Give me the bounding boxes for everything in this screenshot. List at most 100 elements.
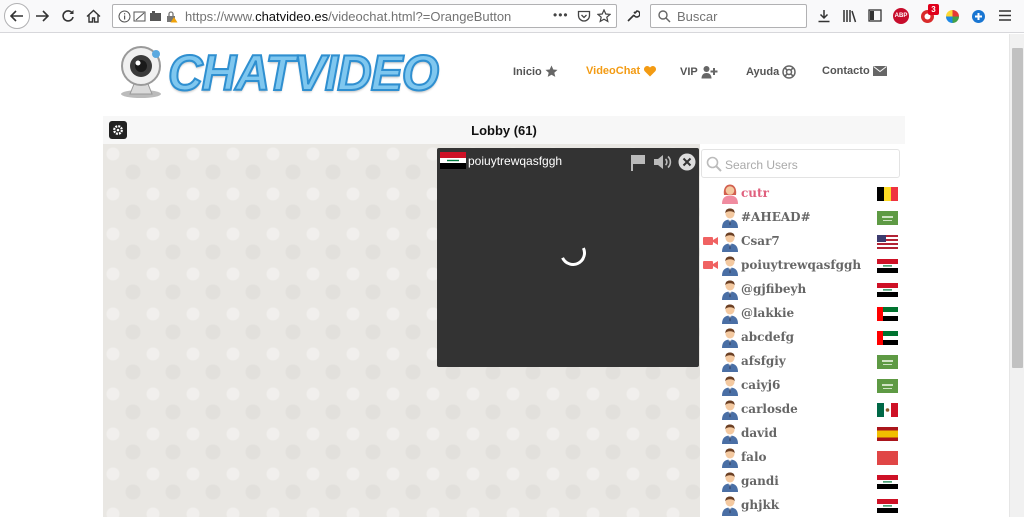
loading-spinner — [556, 236, 590, 270]
download-icon[interactable] — [817, 9, 831, 23]
sidebar-icon[interactable] — [868, 9, 882, 22]
user-row[interactable]: #AHEAD# — [700, 206, 905, 230]
extension-blue-icon[interactable] — [971, 9, 986, 24]
nav-vip[interactable]: VIP — [680, 65, 718, 79]
camera-permission-icon — [150, 11, 161, 21]
search-icon — [658, 10, 671, 23]
flag-icon — [631, 154, 645, 171]
search-icon — [706, 156, 722, 172]
camera-icon[interactable] — [703, 260, 718, 270]
nav-videochat[interactable]: VideoChat — [586, 65, 657, 77]
male-avatar-icon — [722, 304, 738, 324]
page-scrollbar[interactable] — [1009, 34, 1024, 517]
male-avatar-icon — [722, 376, 738, 396]
flag-belgium-icon — [877, 187, 898, 201]
url-text[interactable]: https://www.chatvideo.es/videochat.html?… — [185, 9, 511, 24]
nav-contacto[interactable]: Contacto — [822, 65, 887, 77]
notification-badge: 3 — [928, 4, 939, 15]
browser-search-input[interactable]: Buscar — [650, 4, 807, 28]
user-row[interactable]: poiuytrewqasfggh — [700, 254, 905, 278]
flag-usa-icon — [877, 235, 898, 249]
flag-iraq-icon — [877, 283, 898, 297]
browser-toolbar: https://www.chatvideo.es/videochat.html?… — [0, 0, 1024, 33]
user-row[interactable]: caiyj6 — [700, 374, 905, 398]
user-row[interactable]: abcdefg — [700, 326, 905, 350]
home-icon — [86, 9, 100, 23]
speaker-icon — [654, 155, 672, 169]
user-row[interactable]: david — [700, 422, 905, 446]
male-avatar-icon — [722, 328, 738, 348]
user-row[interactable]: ghjkk — [700, 494, 905, 517]
nav-ayuda[interactable]: Ayuda — [746, 65, 796, 79]
user-name: caiyj6 — [741, 378, 781, 392]
male-avatar-icon — [722, 232, 738, 252]
male-avatar-icon — [722, 256, 738, 276]
volume-button[interactable] — [653, 152, 673, 172]
flag-iraq-icon — [440, 152, 466, 169]
user-row[interactable]: falo — [700, 446, 905, 470]
add-user-icon — [701, 66, 718, 79]
user-row[interactable]: @lakkie — [700, 302, 905, 326]
bookmark-star-icon[interactable] — [597, 9, 611, 23]
user-row[interactable]: cutr — [700, 182, 905, 206]
male-avatar-icon — [722, 448, 738, 468]
male-avatar-icon — [722, 280, 738, 300]
flag-saudi-arabia-icon — [877, 211, 898, 225]
pocket-icon[interactable] — [577, 10, 591, 23]
user-row[interactable]: gandi — [700, 470, 905, 494]
page-actions-icon[interactable]: ••• — [553, 8, 569, 22]
lobby-header: Lobby (61) — [103, 116, 905, 144]
user-name: david — [741, 426, 778, 440]
adblock-icon[interactable]: ABP — [893, 8, 909, 24]
video-window[interactable]: poiuytrewqasfggh — [437, 148, 699, 367]
wrench-icon[interactable] — [626, 9, 640, 23]
flag-iraq-icon — [877, 475, 898, 489]
user-row[interactable]: Csar7 — [700, 230, 905, 254]
user-name: abcdefg — [741, 330, 795, 344]
envelope-icon — [872, 66, 887, 76]
scrollbar-thumb[interactable] — [1012, 48, 1023, 368]
male-avatar-icon — [722, 496, 738, 516]
user-row[interactable]: carlosde — [700, 398, 905, 422]
arrow-right-icon — [36, 10, 49, 22]
star-icon — [545, 65, 558, 77]
flag-mexico-icon — [877, 403, 898, 417]
close-icon — [678, 153, 696, 171]
user-name: ghjkk — [741, 498, 780, 512]
forward-button[interactable] — [30, 5, 54, 27]
male-avatar-icon — [722, 400, 738, 420]
user-name: cutr — [741, 186, 769, 200]
library-icon[interactable] — [842, 9, 857, 23]
flag-saudi-arabia-icon — [877, 355, 898, 369]
user-name: carlosde — [741, 402, 798, 416]
reload-button[interactable] — [56, 5, 80, 27]
user-name: Csar7 — [741, 234, 780, 248]
report-flag-button[interactable] — [628, 152, 648, 172]
color-wheel-icon[interactable] — [945, 9, 960, 24]
nav-inicio[interactable]: Inicio — [513, 65, 558, 78]
user-row[interactable]: @gjfibeyh — [700, 278, 905, 302]
webcam-logo-icon — [121, 46, 161, 98]
reload-icon — [62, 10, 74, 22]
info-icon — [118, 10, 131, 23]
lobby-title: Lobby (61) — [471, 123, 537, 138]
user-search-input[interactable]: Search Users — [701, 149, 900, 178]
male-avatar-icon — [722, 352, 738, 372]
user-name: @gjfibeyh — [741, 282, 807, 296]
user-name: @lakkie — [741, 306, 795, 320]
user-row[interactable]: afsfgiy — [700, 350, 905, 374]
flag-spain-icon — [877, 427, 898, 441]
flag-uae-icon — [877, 307, 898, 321]
flag-morocco-icon — [877, 451, 898, 465]
user-name: falo — [741, 450, 767, 464]
site-logo[interactable]: CHATVIDEO — [114, 42, 440, 102]
close-video-button[interactable] — [677, 152, 697, 172]
menu-icon[interactable] — [998, 9, 1012, 22]
home-button[interactable] — [81, 5, 105, 27]
lifebuoy-icon — [782, 65, 796, 79]
url-bar[interactable]: https://www.chatvideo.es/videochat.html?… — [112, 4, 617, 28]
camera-icon[interactable] — [703, 236, 718, 246]
back-button[interactable] — [4, 3, 30, 29]
arrow-left-icon — [10, 10, 23, 22]
user-list: Search Users cutr #AHEAD# Csar7 poiuytrewqa… — [700, 148, 905, 517]
